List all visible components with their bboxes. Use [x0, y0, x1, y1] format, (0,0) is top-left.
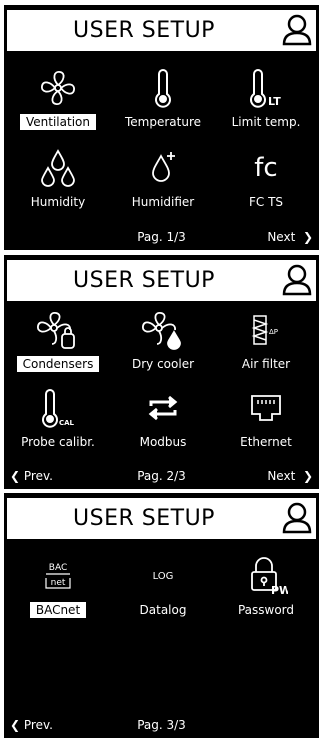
page-title: USER SETUP	[73, 506, 215, 531]
header-bar: USER SETUP	[7, 10, 316, 51]
user-icon[interactable]	[282, 502, 312, 534]
header-bar: USER SETUP	[7, 498, 316, 539]
fc-ts-label: FC TS	[248, 195, 284, 209]
chevron-right-icon: ❯	[299, 230, 313, 244]
menu-item-humidity[interactable]: Humidity	[6, 145, 110, 210]
menu-item-condensers[interactable]: Condensers	[6, 307, 110, 372]
delta-p-badge: ΔP	[269, 328, 278, 336]
bacnet-icon: BAC net	[45, 563, 71, 589]
lt-badge: LT	[268, 95, 281, 108]
log-icon: LOG	[152, 570, 174, 582]
cal-badge: CAL	[59, 419, 75, 427]
page-title: USER SETUP	[73, 268, 215, 293]
modbus-label: Modbus	[139, 435, 187, 449]
fan-drop-icon	[142, 312, 181, 350]
net-text: net	[51, 578, 66, 588]
menu-item-dry-cooler[interactable]: Dry cooler	[111, 307, 215, 372]
menu-item-password[interactable]: PW Password	[214, 553, 318, 618]
fan-icon	[41, 71, 75, 105]
user-icon[interactable]	[282, 264, 312, 296]
next-button[interactable]: Next ❯	[267, 469, 313, 483]
dry-cooler-label: Dry cooler	[131, 357, 195, 371]
modbus-arrows-icon	[148, 395, 178, 421]
password-label: Password	[237, 603, 295, 617]
limit-temp-label: Limit temp.	[231, 115, 301, 129]
next-label: Next	[267, 469, 296, 483]
fan-condenser-icon	[37, 312, 75, 349]
datalog-label: Datalog	[139, 603, 187, 617]
header-bar: USER SETUP	[7, 260, 316, 301]
menu-item-ethernet[interactable]: Ethernet	[214, 385, 318, 450]
setup-screen-page-3: USER SETUP BAC net BACnet LOG Datalog PW…	[4, 493, 319, 738]
padlock-pw-icon: PW	[251, 557, 288, 596]
humidity-drops-icon	[41, 149, 75, 187]
thermometer-cal-icon: CAL	[42, 389, 75, 428]
setup-screen-page-2: USER SETUP Condensers Dry cooler ΔP Air …	[4, 255, 319, 489]
menu-item-limit-temp[interactable]: LT Limit temp.	[214, 65, 318, 130]
menu-item-probe-calibr[interactable]: CAL Probe calibr.	[6, 385, 110, 450]
condensers-label: Condensers	[16, 356, 100, 372]
page-indicator: Pag. 3/3	[137, 718, 186, 732]
menu-item-ventilation[interactable]: Ventilation	[6, 65, 110, 130]
air-filter-icon: ΔP	[251, 315, 278, 345]
ethernet-label: Ethernet	[240, 435, 292, 449]
probe-calibr-label: Probe calibr.	[21, 435, 95, 449]
air-filter-label: Air filter	[241, 357, 291, 371]
next-label: Next	[267, 230, 296, 244]
ethernet-port-icon	[251, 395, 281, 421]
menu-item-modbus[interactable]: Modbus	[111, 385, 215, 450]
fc-icon: fc	[254, 153, 278, 183]
bac-text: BAC	[49, 563, 67, 573]
page-title: USER SETUP	[73, 18, 215, 43]
thermometer-lt-icon: LT	[250, 69, 281, 108]
menu-item-air-filter[interactable]: ΔP Air filter	[214, 307, 318, 372]
pw-badge: PW	[271, 584, 288, 596]
next-button[interactable]: Next ❯	[267, 230, 313, 244]
thermometer-icon	[155, 69, 171, 108]
humidifier-drop-icon	[152, 152, 175, 182]
chevron-right-icon: ❯	[299, 469, 313, 483]
menu-item-fc-ts[interactable]: fc FC TS	[214, 145, 318, 210]
menu-item-temperature[interactable]: Temperature	[111, 65, 215, 130]
ventilation-label: Ventilation	[20, 114, 96, 130]
menu-item-datalog[interactable]: LOG Datalog	[111, 553, 215, 618]
menu-item-humidifier[interactable]: Humidifier	[111, 145, 215, 210]
user-icon[interactable]	[282, 14, 312, 46]
setup-screen-page-1: USER SETUP Ventilation Temperature LT Li…	[4, 5, 319, 250]
menu-item-bacnet[interactable]: BAC net BACnet	[6, 553, 110, 618]
humidity-label: Humidity	[30, 195, 86, 209]
humidifier-label: Humidifier	[131, 195, 195, 209]
temperature-label: Temperature	[124, 115, 201, 129]
bacnet-label: BACnet	[29, 602, 87, 618]
